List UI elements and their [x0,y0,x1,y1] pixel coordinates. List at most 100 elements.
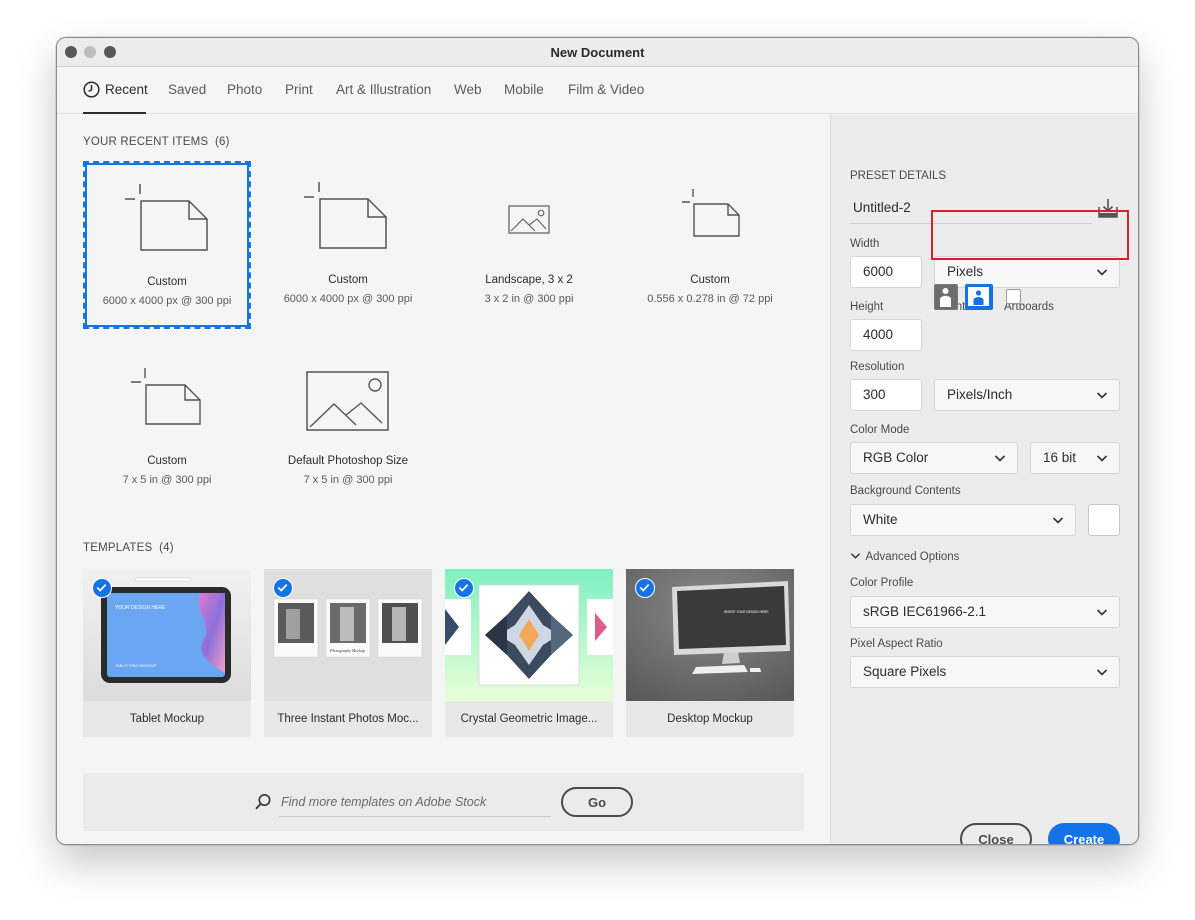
preset-details-panel: PRESET DETAILS Untitled-2 Width 6000 Pix… [830,115,1138,844]
templates-heading: TEMPLATES (4) [83,542,174,554]
image-icon [306,371,389,431]
window-title: New Document [550,45,645,60]
custom-document-icon [131,368,201,425]
recent-item-desc: 0.556 x 0.278 in @ 72 ppi [647,293,773,305]
color-profile-label: Color Profile [850,577,914,589]
chevron-down-icon [1096,455,1108,462]
recent-item-name: Custom [328,274,368,286]
bit-depth-select[interactable]: 16 bit [1030,442,1120,474]
preset-details-heading: PRESET DETAILS [850,170,947,182]
new-document-dialog: New Document Recent Saved Photo Print Ar… [56,37,1139,845]
recent-item-name: Custom [690,274,730,286]
go-button[interactable]: Go [561,787,633,817]
chevron-down-icon [1096,669,1108,676]
active-tab-indicator [83,112,146,114]
chevron-down-icon [850,553,861,560]
title-bar: New Document [57,38,1138,67]
tab-saved[interactable]: Saved [168,82,206,97]
svg-text:Photography Mockup: Photography Mockup [329,648,365,653]
resolution-unit-select[interactable]: Pixels/Inch [934,379,1120,411]
recent-item-desc: 7 x 5 in @ 300 ppi [122,474,212,486]
portrait-icon [940,288,951,307]
presets-panel: YOUR RECENT ITEMS (6) Custom 6000 x 4000… [57,115,830,844]
recent-item-name: Custom [147,276,187,288]
recent-item-1[interactable]: Custom 6000 x 4000 px @ 300 ppi [82,160,252,330]
recent-item-6[interactable]: Default Photoshop Size 7 x 5 in @ 300 pp… [264,342,432,510]
stock-search-bar: Go [83,773,804,831]
template-label: Three Instant Photos Moc... [277,713,419,725]
chevron-down-icon [1052,517,1064,524]
pixel-aspect-ratio-value: Square Pixels [863,664,947,679]
create-button[interactable]: Create [1048,823,1120,844]
tab-print[interactable]: Print [285,82,313,97]
color-profile-value: sRGB IEC61966-2.1 [863,604,987,619]
width-unit-select[interactable]: Pixels [934,256,1120,288]
custom-document-icon [125,184,208,251]
tab-art-illustration[interactable]: Art & Illustration [336,82,431,97]
tab-recent[interactable]: Recent [105,82,148,97]
background-color-swatch[interactable] [1088,504,1120,536]
svg-text:YOUR DESIGN HERE: YOUR DESIGN HERE [115,605,166,611]
width-label: Width [850,238,880,250]
chevron-down-icon [994,455,1006,462]
checkmark-icon [454,578,474,598]
landscape-icon [968,287,989,306]
close-button[interactable]: Close [960,823,1032,844]
tab-film-video[interactable]: Film & Video [568,82,644,97]
custom-document-icon [304,182,387,249]
recent-items-heading: YOUR RECENT ITEMS (6) [83,136,230,148]
tab-web[interactable]: Web [454,82,482,97]
recent-item-name: Landscape, 3 x 2 [485,274,573,286]
chevron-down-icon [1096,392,1108,399]
selection-highlight [931,210,1129,260]
tab-mobile[interactable]: Mobile [504,82,544,97]
background-contents-label: Background Contents [850,485,961,497]
color-mode-select[interactable]: RGB Color [850,442,1018,474]
template-label: Crystal Geometric Image... [460,713,598,725]
template-label: Desktop Mockup [667,713,753,725]
recent-item-2[interactable]: Custom 6000 x 4000 px @ 300 ppi [264,161,432,329]
color-profile-select[interactable]: sRGB IEC61966-2.1 [850,596,1120,628]
chevron-down-icon [1096,269,1108,276]
artboards-checkbox[interactable] [1006,289,1021,304]
recent-item-desc: 3 x 2 in @ 300 ppi [484,293,574,305]
recent-item-desc: 6000 x 4000 px @ 300 ppi [102,295,232,307]
checkmark-icon [273,578,293,598]
category-tabs: Recent Saved Photo Print Art & Illustrat… [57,68,1138,114]
image-icon [508,205,550,234]
recent-item-desc: 6000 x 4000 px @ 300 ppi [283,293,413,305]
chevron-down-icon [1096,609,1108,616]
checkmark-icon [635,578,655,598]
width-input[interactable]: 6000 [850,256,922,288]
search-icon [255,794,271,810]
template-crystal-geometric[interactable]: Crystal Geometric Image... [445,569,613,737]
custom-document-icon [682,189,740,237]
landscape-orientation-button[interactable] [965,284,993,310]
color-mode-value: RGB Color [863,450,929,465]
template-tablet-mockup[interactable]: YOUR DESIGN HERE TABLET PRO MOCKUP Table… [83,569,251,737]
recent-item-3[interactable]: Landscape, 3 x 2 3 x 2 in @ 300 ppi [445,161,613,329]
recent-item-name: Default Photoshop Size [287,455,409,467]
recent-item-4[interactable]: Custom 0.556 x 0.278 in @ 72 ppi [626,161,794,329]
tab-photo[interactable]: Photo [227,82,262,97]
portrait-orientation-button[interactable] [934,284,958,310]
svg-text:TABLET PRO MOCKUP: TABLET PRO MOCKUP [115,664,156,668]
svg-text:INSERT YOUR DESIGN HERE: INSERT YOUR DESIGN HERE [724,610,768,614]
height-input[interactable]: 4000 [850,319,922,351]
template-three-instant-photos[interactable]: Photography Mockup Three Instant Photos … [264,569,432,737]
advanced-options-label: Advanced Options [865,551,960,563]
resolution-label: Resolution [850,361,905,373]
checkmark-icon [92,578,112,598]
height-label: Height [850,301,884,313]
bit-depth-value: 16 bit [1043,450,1077,465]
stock-search-input[interactable] [279,787,551,817]
resolution-input[interactable]: 300 [850,379,922,411]
advanced-options-toggle[interactable]: Advanced Options [850,547,959,565]
template-desktop-mockup[interactable]: INSERT YOUR DESIGN HERE Desktop Mockup [626,569,794,737]
clock-icon [83,81,100,98]
pixel-aspect-ratio-select[interactable]: Square Pixels [850,656,1120,688]
recent-item-desc: 7 x 5 in @ 300 ppi [303,474,393,486]
recent-item-5[interactable]: Custom 7 x 5 in @ 300 ppi [83,342,251,510]
pixel-aspect-ratio-label: Pixel Aspect Ratio [850,638,943,650]
background-contents-select[interactable]: White [850,504,1076,536]
